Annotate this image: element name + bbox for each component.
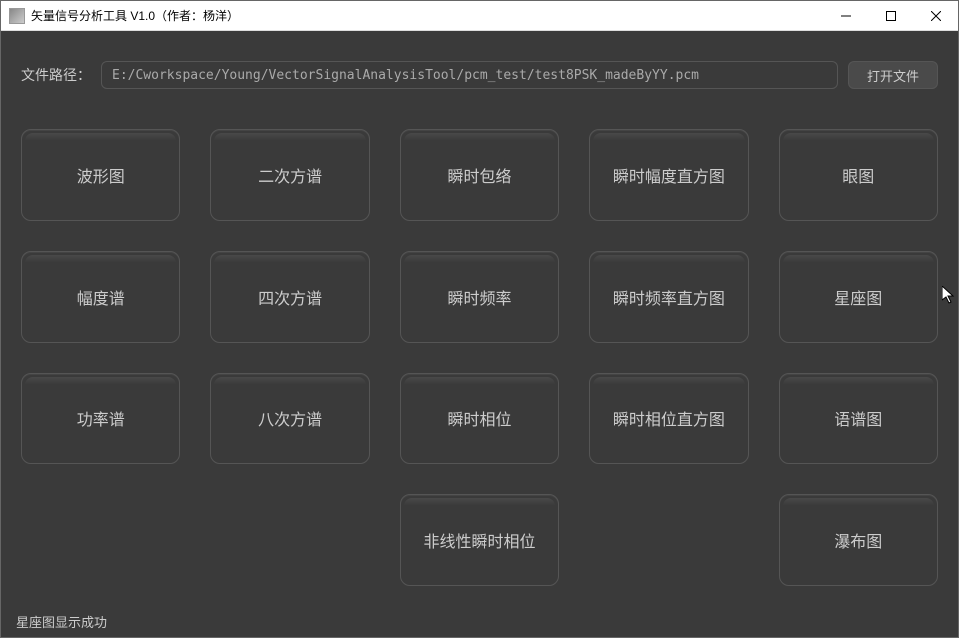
constellation-button[interactable]: 星座图: [779, 251, 938, 343]
instant-frequency-histogram-button[interactable]: 瞬时频率直方图: [589, 251, 748, 343]
waterfall-button[interactable]: 瀑布图: [779, 494, 938, 586]
nonlinear-instant-phase-button[interactable]: 非线性瞬时相位: [400, 494, 559, 586]
titlebar: 矢量信号分析工具 V1.0（作者：杨洋）: [1, 1, 958, 31]
maximize-button[interactable]: [868, 1, 913, 30]
app-icon: [9, 8, 25, 24]
status-bar: 星座图显示成功: [1, 606, 958, 637]
instant-amplitude-histogram-button[interactable]: 瞬时幅度直方图: [589, 129, 748, 221]
main-window: 矢量信号分析工具 V1.0（作者：杨洋） 文件路径： 打开文件 波形图 二次方谱…: [0, 0, 959, 638]
eighth-order-spectrum-button[interactable]: 八次方谱: [210, 373, 369, 465]
eye-diagram-button[interactable]: 眼图: [779, 129, 938, 221]
open-file-button[interactable]: 打开文件: [848, 61, 938, 89]
file-path-row: 文件路径： 打开文件: [1, 31, 958, 109]
file-path-input[interactable]: [101, 61, 838, 89]
button-grid: 波形图 二次方谱 瞬时包络 瞬时幅度直方图 眼图 幅度谱 四次方谱 瞬时频率 瞬…: [1, 109, 958, 606]
minimize-button[interactable]: [823, 1, 868, 30]
window-title: 矢量信号分析工具 V1.0（作者：杨洋）: [31, 7, 823, 24]
instant-envelope-button[interactable]: 瞬时包络: [400, 129, 559, 221]
second-order-spectrum-button[interactable]: 二次方谱: [210, 129, 369, 221]
instant-phase-histogram-button[interactable]: 瞬时相位直方图: [589, 373, 748, 465]
spectrogram-button[interactable]: 语谱图: [779, 373, 938, 465]
close-button[interactable]: [913, 1, 958, 30]
file-path-label: 文件路径：: [21, 65, 91, 85]
power-spectrum-button[interactable]: 功率谱: [21, 373, 180, 465]
amplitude-spectrum-button[interactable]: 幅度谱: [21, 251, 180, 343]
waveform-button[interactable]: 波形图: [21, 129, 180, 221]
content-area: 文件路径： 打开文件 波形图 二次方谱 瞬时包络 瞬时幅度直方图 眼图 幅度谱 …: [1, 31, 958, 637]
instant-phase-button[interactable]: 瞬时相位: [400, 373, 559, 465]
instant-frequency-button[interactable]: 瞬时频率: [400, 251, 559, 343]
window-controls: [823, 1, 958, 30]
fourth-order-spectrum-button[interactable]: 四次方谱: [210, 251, 369, 343]
